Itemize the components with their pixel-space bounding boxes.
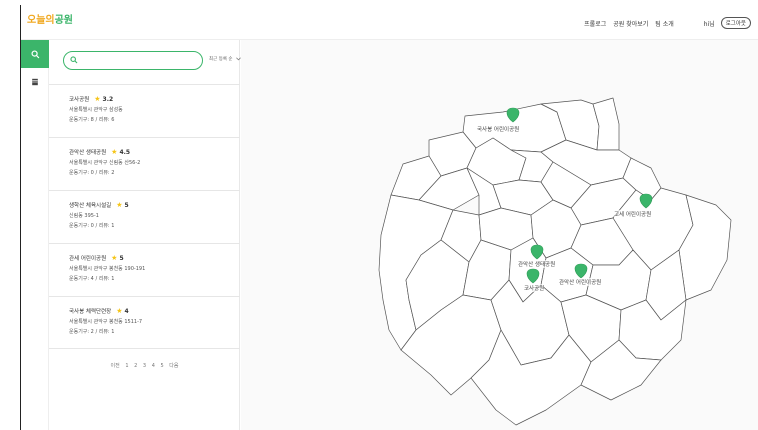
park-address: 서울특별시 관악구 삼성동 bbox=[69, 107, 123, 113]
search-box bbox=[63, 51, 203, 70]
search-tab[interactable] bbox=[21, 40, 49, 68]
map-canvas bbox=[378, 97, 732, 426]
star-icon: ★ bbox=[116, 201, 123, 209]
park-address: 서울특별시 관악구 봉천동 1511-7 bbox=[69, 319, 143, 325]
park-rating: 5 bbox=[124, 201, 129, 209]
nav-team[interactable]: 팀 소개 bbox=[655, 19, 673, 28]
user-greeting: hi님 bbox=[703, 20, 715, 28]
star-icon: ★ bbox=[116, 307, 123, 315]
chevron-down-icon bbox=[235, 57, 241, 61]
park-list-item[interactable]: 코사공원 ★ 3.2 서울특별시 관악구 삼성동 운동기구: 8 / 리뷰: 6 bbox=[49, 84, 240, 137]
pagination-prev[interactable]: 이전 bbox=[111, 363, 120, 369]
marker-label: 관악산 생태공원 bbox=[518, 260, 556, 268]
park-address: 신림동 395-1 bbox=[69, 213, 99, 219]
park-stats: 운동기구: 8 / 리뷰: 6 bbox=[69, 117, 115, 123]
logo-text-sub: 공원 bbox=[54, 15, 74, 26]
side-rail bbox=[21, 40, 49, 430]
marker-label: 관악산 어린이공원 bbox=[559, 278, 602, 286]
nav-find-park[interactable]: 공원 찾아보기 bbox=[613, 19, 648, 28]
star-icon: ★ bbox=[111, 148, 118, 156]
marker-label: 고세 어린이공원 bbox=[614, 210, 652, 218]
park-address: 서울특별시 관악구 신림동 산56-2 bbox=[69, 160, 141, 166]
park-name: 관악산 생태공원 bbox=[69, 150, 107, 156]
park-list-panel: 최근 등록 순 코사공원 ★ 3.2 서울특별시 관악구 삼성동 운동기구: 8 /… bbox=[49, 40, 241, 430]
pagination-page[interactable]: 2 bbox=[134, 363, 137, 369]
pagination-page[interactable]: 5 bbox=[160, 363, 163, 369]
top-bar: 오늘의공원 프롤로그 공원 찾아보기 팀 소개 hi님 로그아웃 bbox=[21, 5, 758, 40]
pagination: 이전 1 2 3 4 5 다음 bbox=[49, 362, 240, 369]
park-list: 코사공원 ★ 3.2 서울특별시 관악구 삼성동 운동기구: 8 / 리뷰: 6 관… bbox=[49, 84, 240, 349]
park-name: 생학산 체육시설길 bbox=[69, 203, 112, 209]
logout-button[interactable]: 로그아웃 bbox=[720, 17, 751, 29]
search-input[interactable] bbox=[82, 55, 192, 65]
app-window: 오늘의공원 프롤로그 공원 찾아보기 팀 소개 hi님 로그아웃 최근 등록 순… bbox=[20, 5, 758, 430]
nav-prologue[interactable]: 프롤로그 bbox=[584, 19, 606, 28]
park-list-item[interactable]: 관악산 생태공원 ★ 4.5 서울특별시 관악구 신림동 산56-2 운동기구: 0… bbox=[49, 137, 240, 190]
park-stats: 운동기구: 0 / 리뷰: 2 bbox=[69, 170, 115, 176]
pagination-page[interactable]: 4 bbox=[152, 363, 155, 369]
park-rating: 4 bbox=[124, 307, 129, 315]
park-list-item[interactable]: 국사봉 체력단련장 ★ 4 서울특별시 관악구 봉천동 1511-7 운동기구: 2… bbox=[49, 296, 240, 349]
bookmark-tab[interactable] bbox=[21, 68, 49, 96]
main-nav: 프롤로그 공원 찾아보기 팀 소개 hi님 로그아웃 bbox=[577, 17, 751, 29]
district-map[interactable]: 국사봉 어린이공원 고세 어린이공원 관악산 생태공원 코사공원 관악산 어린이… bbox=[241, 40, 758, 430]
park-list-item[interactable]: 생학산 체육시설길 ★ 5 신림동 395-1 운동기구: 0 / 리뷰: 1 bbox=[49, 190, 240, 243]
logo[interactable]: 오늘의공원 bbox=[27, 11, 73, 26]
search-icon bbox=[70, 56, 78, 64]
park-rating: 3.2 bbox=[102, 95, 114, 103]
park-name: 국사봉 체력단련장 bbox=[69, 309, 112, 315]
pagination-page[interactable]: 1 bbox=[125, 363, 128, 369]
pagination-page[interactable]: 3 bbox=[143, 363, 146, 369]
park-address: 서울특별시 관악구 봉천동 190-191 bbox=[69, 266, 146, 272]
sort-dropdown[interactable]: 최근 등록 순 bbox=[209, 56, 241, 62]
search-icon bbox=[30, 49, 39, 58]
park-list-item[interactable]: 관세 어린이공원 ★ 5 서울특별시 관악구 봉천동 190-191 운동기구: 4… bbox=[49, 243, 240, 296]
marker-label: 국사봉 어린이공원 bbox=[477, 125, 520, 133]
marker-label: 코사공원 bbox=[524, 284, 545, 292]
logo-text-main: 오늘의 bbox=[27, 15, 55, 26]
park-rating: 5 bbox=[119, 254, 124, 262]
book-icon bbox=[32, 78, 38, 86]
park-stats: 운동기구: 0 / 리뷰: 1 bbox=[69, 223, 115, 229]
park-name: 관세 어린이공원 bbox=[69, 256, 107, 262]
park-stats: 운동기구: 4 / 리뷰: 1 bbox=[69, 276, 115, 282]
park-name: 코사공원 bbox=[69, 97, 90, 103]
pagination-next[interactable]: 다음 bbox=[169, 363, 178, 369]
park-rating: 4.5 bbox=[119, 148, 131, 156]
park-stats: 운동기구: 2 / 리뷰: 1 bbox=[69, 329, 115, 335]
star-icon: ★ bbox=[111, 254, 118, 262]
star-icon: ★ bbox=[94, 95, 101, 103]
sort-label: 최근 등록 순 bbox=[209, 57, 233, 62]
